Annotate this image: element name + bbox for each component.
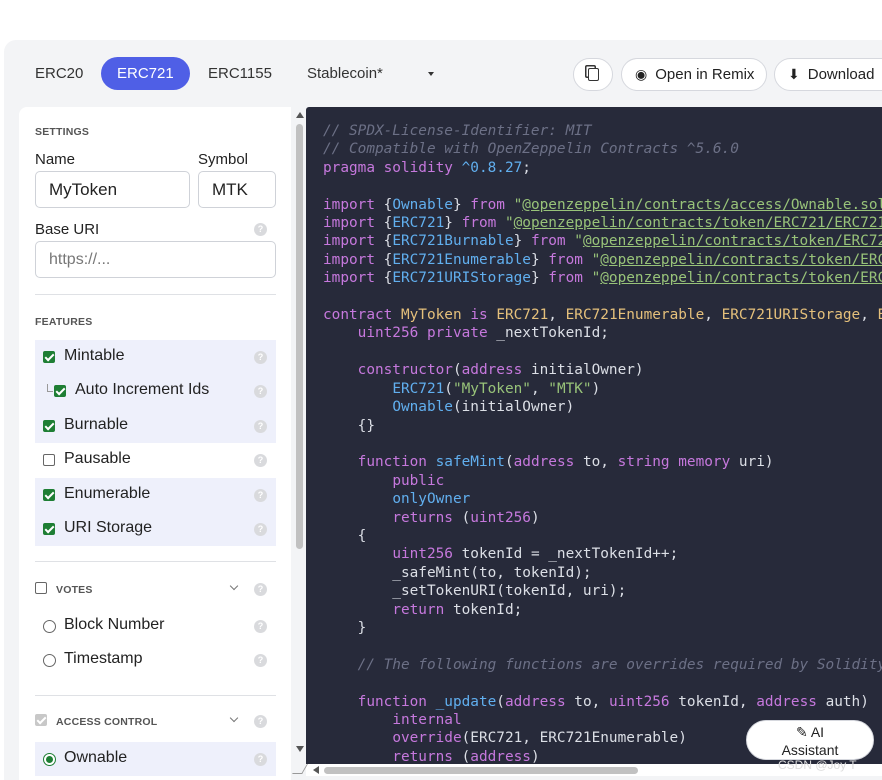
tab-erc721[interactable]: ERC721 <box>101 57 190 90</box>
symbol-input[interactable]: MTK <box>198 171 276 208</box>
uri-storage-help-icon[interactable]: ? <box>254 523 267 536</box>
divider <box>35 294 276 295</box>
base-uri-label: Base URI <box>35 221 100 238</box>
timestamp-label: Timestamp <box>64 650 143 667</box>
pausable-checkbox[interactable] <box>43 454 55 466</box>
download-label: Download <box>807 66 875 83</box>
mintable-help-icon[interactable]: ? <box>254 351 267 364</box>
copy-icon <box>587 68 599 81</box>
auto-increment-label: Auto Increment Ids <box>75 381 210 398</box>
auto-increment-checkbox[interactable] <box>54 385 66 397</box>
download-button[interactable]: ⬇ Download <box>774 58 882 91</box>
block-number-label: Block Number <box>64 616 165 633</box>
pausable-label: Pausable <box>64 450 131 467</box>
code-editor[interactable]: // SPDX-License-Identifier: MIT // Compa… <box>306 107 882 767</box>
scroll-up-icon[interactable] <box>296 112 304 118</box>
symbol-label: Symbol <box>198 151 249 168</box>
base-uri-help-icon[interactable]: ? <box>254 223 267 236</box>
votes-option-block-number[interactable]: Block Number ? <box>35 609 276 643</box>
enumerable-label: Enumerable <box>64 485 151 502</box>
ai-assistant-label-1: AI <box>810 724 825 740</box>
ai-assistant-label-2: Assistant <box>781 742 839 758</box>
mintable-label: Mintable <box>64 347 125 364</box>
access-option-ownable[interactable]: Ownable ? <box>35 742 276 776</box>
open-in-remix-button[interactable]: ◉ Open in Remix <box>621 58 767 91</box>
download-icon: ⬇ <box>788 66 800 82</box>
uri-storage-checkbox[interactable] <box>43 523 55 535</box>
code-scroll-thumb[interactable] <box>324 767 638 774</box>
timestamp-radio[interactable] <box>43 654 56 667</box>
copy-button[interactable] <box>573 58 613 91</box>
stablecoin-dropdown-icon[interactable] <box>428 72 434 76</box>
remix-icon: ◉ <box>635 66 648 82</box>
tab-stablecoin[interactable]: Stablecoin* <box>291 57 399 90</box>
pausable-help-icon[interactable]: ? <box>254 454 267 467</box>
uri-storage-label: URI Storage <box>64 519 153 536</box>
feature-uri-storage[interactable]: URI Storage ? <box>35 512 276 546</box>
mintable-checkbox[interactable] <box>43 351 55 363</box>
features-heading: FEATURES <box>35 316 93 328</box>
ownable-radio[interactable] <box>43 753 56 766</box>
solidity-source: // SPDX-License-Identifier: MIT // Compa… <box>323 123 882 765</box>
magic-wand-icon: ✎ <box>795 724 808 740</box>
auto-increment-help-icon[interactable]: ? <box>254 385 267 398</box>
burnable-checkbox[interactable] <box>43 420 55 432</box>
feature-pausable[interactable]: Pausable ? <box>35 443 276 477</box>
feature-burnable[interactable]: Burnable ? <box>35 409 276 443</box>
timestamp-help-icon[interactable]: ? <box>254 654 267 667</box>
enumerable-help-icon[interactable]: ? <box>254 489 267 502</box>
settings-sidebar: SETTINGS Name Symbol MyToken MTK Base UR… <box>19 107 291 780</box>
burnable-label: Burnable <box>64 416 129 433</box>
votes-help-icon[interactable]: ? <box>254 583 267 596</box>
access-control-checkbox <box>35 714 47 726</box>
feature-enumerable[interactable]: Enumerable ? <box>35 478 276 512</box>
access-control-heading: ACCESS CONTROL <box>56 716 158 728</box>
ownable-help-icon[interactable]: ? <box>254 753 267 766</box>
access-control-help-icon[interactable]: ? <box>254 715 267 728</box>
sidebar-scrollbar[interactable] <box>294 112 305 752</box>
settings-heading: SETTINGS <box>35 126 90 138</box>
tab-erc1155[interactable]: ERC1155 <box>192 57 288 90</box>
divider <box>35 561 276 562</box>
scroll-down-icon[interactable] <box>296 746 304 752</box>
votes-heading: VOTES <box>56 584 93 596</box>
feature-mintable[interactable]: Mintable ? <box>35 340 276 374</box>
tree-branch-icon <box>47 384 53 392</box>
name-input[interactable]: MyToken <box>35 171 190 208</box>
open-in-remix-label: Open in Remix <box>655 66 755 83</box>
sidebar-scroll-thumb[interactable] <box>296 124 303 549</box>
access-control-chevron-down-icon[interactable] <box>229 713 239 723</box>
block-number-help-icon[interactable]: ? <box>254 620 267 633</box>
votes-checkbox[interactable] <box>35 582 47 594</box>
votes-option-timestamp[interactable]: Timestamp ? <box>35 643 276 677</box>
name-label: Name <box>35 151 76 168</box>
ownable-label: Ownable <box>64 749 128 766</box>
base-uri-input[interactable]: https://... <box>35 241 276 278</box>
burnable-help-icon[interactable]: ? <box>254 420 267 433</box>
enumerable-checkbox[interactable] <box>43 489 55 501</box>
watermark: CSDN @Joy T <box>778 758 857 772</box>
ai-assistant-button[interactable]: ✎ AI Assistant <box>746 720 874 760</box>
block-number-radio[interactable] <box>43 620 56 633</box>
votes-chevron-down-icon[interactable] <box>229 581 239 591</box>
feature-auto-increment-ids[interactable]: Auto Increment Ids ? <box>35 374 276 409</box>
scroll-left-icon[interactable] <box>313 766 319 774</box>
divider <box>35 695 276 696</box>
tab-erc20[interactable]: ERC20 <box>19 57 99 90</box>
